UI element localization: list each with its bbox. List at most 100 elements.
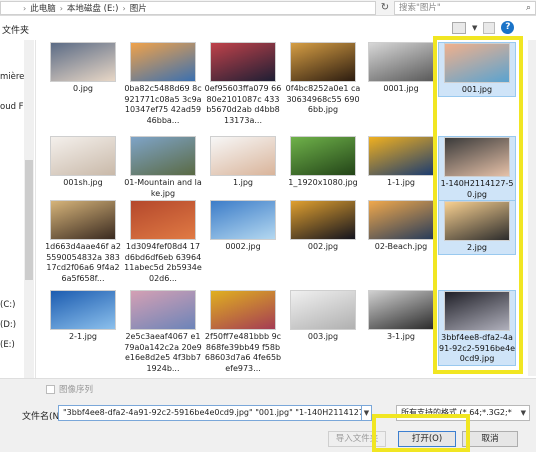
file-thumbnail (444, 291, 510, 331)
file-item[interactable]: 1d663d4aae46f a25590054832a 38317cd2f06a… (44, 200, 122, 284)
file-item[interactable]: 3bbf4ee8-dfa2-4a91-92c2-5916be4e0cd9.jpg (438, 290, 516, 366)
file-name: 003.jpg (307, 332, 339, 341)
file-item[interactable]: 1-140H2114127-50.jpg (438, 136, 516, 201)
open-button[interactable]: 打开(O) (398, 431, 456, 447)
file-thumbnail (210, 42, 276, 82)
file-item[interactable]: 002.jpg (284, 200, 362, 253)
nav-item-drive-d[interactable]: (D:) (0, 320, 16, 330)
file-thumbnail (290, 200, 356, 240)
breadcrumb-item-drive-e[interactable]: 本地磁盘 (E:) (67, 2, 119, 14)
file-name: 0002.jpg (225, 242, 261, 251)
file-name: 1-1.jpg (387, 178, 415, 187)
filetype-value: 所有支持的格式 (*.64;*.3G2;* (401, 408, 512, 417)
file-item[interactable]: 1d3094fef08d4 17d6bd6df6eb 6396411abec5d… (124, 200, 202, 284)
nav-item-premiere[interactable]: mière (0, 72, 24, 82)
file-name: 2e5c3aeaf4067 e179a0a142c2a 20e9e16e8d2e… (124, 332, 202, 373)
file-thumbnail (130, 42, 196, 82)
file-item[interactable]: 0.jpg (44, 42, 122, 95)
help-icon[interactable]: ? (501, 21, 515, 34)
preview-pane-icon[interactable] (483, 21, 496, 34)
file-thumbnail (444, 201, 510, 241)
file-item[interactable]: 2.jpg (438, 200, 516, 255)
file-name: 2f50ff7e481bbb 9c868fe39bb49 f58b68603d7… (204, 332, 282, 373)
file-name: 1.jpg (232, 178, 253, 187)
file-item[interactable]: 003.jpg (284, 290, 362, 343)
file-item[interactable]: 1.jpg (204, 136, 282, 189)
search-input[interactable]: 搜索"图片" ⌕ (394, 1, 536, 15)
file-thumbnail (210, 290, 276, 330)
file-thumbnail (210, 136, 276, 176)
file-name: 01-Mountain and lake.jpg (124, 178, 202, 198)
filetype-select[interactable]: 所有支持的格式 (*.64;*.3G2;* ▼ (396, 405, 530, 421)
search-placeholder: 搜索"图片" (399, 3, 441, 13)
breadcrumb[interactable]: › 此电脑 › 本地磁盘 (E:) › 图片 (0, 1, 376, 15)
file-item[interactable]: 001sh.jpg (44, 136, 122, 189)
file-thumbnail (368, 42, 434, 82)
breadcrumb-item-pc[interactable]: 此电脑 (30, 2, 56, 14)
file-item[interactable]: 001.jpg (438, 42, 516, 97)
nav-item-cloud[interactable]: oud F (0, 102, 24, 112)
file-item[interactable]: 0ba82c5488d69 8c921771c08a5 3c9a10347ef7… (124, 42, 202, 126)
file-name: 1-140H2114127-50.jpg (440, 179, 514, 199)
file-name: 001.jpg (461, 85, 493, 94)
file-thumbnail (50, 290, 116, 330)
file-item[interactable]: 0002.jpg (204, 200, 282, 253)
navigation-pane: mière oud F (C:) (D:) (E:) (0, 40, 36, 380)
chevron-down-icon[interactable]: ▼ (472, 24, 477, 32)
file-item[interactable]: 2-1.jpg (44, 290, 122, 343)
file-name: 001sh.jpg (63, 178, 103, 187)
file-thumbnail (130, 200, 196, 240)
file-item[interactable]: 1_1920x1080.jpg (284, 136, 362, 189)
file-thumbnail (50, 136, 116, 176)
toolbar: 文件夹 ▼ ? (0, 17, 536, 39)
file-name: 2-1.jpg (69, 332, 97, 341)
chevron-down-icon: ▼ (520, 409, 526, 417)
file-thumbnail (368, 290, 434, 330)
address-bar: › 此电脑 › 本地磁盘 (E:) › 图片 ↻ 搜索"图片" ⌕ (0, 0, 536, 16)
file-item[interactable]: 3-1.jpg (362, 290, 440, 343)
breadcrumb-item-pictures[interactable]: 图片 (130, 2, 147, 14)
filename-input[interactable]: "3bbf4ee8-dfa2-4a91-92c2-5916be4e0cd9.jp… (58, 405, 362, 421)
file-name: 0ba82c5488d69 8c921771c08a5 3c9a10347ef7… (124, 84, 202, 125)
file-item[interactable]: 02-Beach.jpg (362, 200, 440, 253)
file-name: 1d663d4aae46f a25590054832a 38317cd2f06a… (45, 242, 121, 283)
file-name: 0001.jpg (383, 84, 419, 93)
search-icon[interactable]: ⌕ (526, 2, 531, 14)
image-sequence-checkbox[interactable] (46, 384, 55, 394)
file-name: 1_1920x1080.jpg (288, 178, 358, 187)
file-grid: 0.jpg 0ba82c5488d69 8c921771c08a5 3c9a103… (44, 40, 528, 376)
bottom-panel: 图像序列 文件名(N): "3bbf4ee8-dfa2-4a91-92c2-59… (0, 378, 536, 452)
file-name: 0.jpg (72, 84, 93, 93)
filename-dropdown-icon[interactable]: ▼ (362, 405, 372, 421)
file-name: 02-Beach.jpg (374, 242, 428, 251)
file-name: 1d3094fef08d4 17d6bd6df6eb 6396411abec5d… (124, 242, 202, 283)
file-item[interactable]: 1-1.jpg (362, 136, 440, 189)
view-mode-icon[interactable] (452, 21, 466, 34)
file-item[interactable]: 2e5c3aeaf4067 e179a0a142c2a 20e9e16e8d2e… (124, 290, 202, 374)
file-thumbnail (130, 290, 196, 330)
new-folder-button[interactable]: 文件夹 (2, 23, 29, 36)
file-thumbnail (368, 200, 434, 240)
image-sequence-label: 图像序列 (59, 385, 94, 395)
import-folder-button[interactable]: 导入文件夹 (328, 431, 386, 447)
cancel-button[interactable]: 取消 (462, 431, 518, 447)
file-thumbnail (444, 43, 510, 83)
file-item[interactable]: 0ef95603ffa079 6680e2101087c 433b5670d2a… (204, 42, 282, 126)
file-item[interactable]: 0001.jpg (362, 42, 440, 95)
grid-scrollbar[interactable] (528, 40, 536, 376)
file-item[interactable]: 2f50ff7e481bbb 9c868fe39bb49 f58b68603d7… (204, 290, 282, 374)
file-name: 3-1.jpg (387, 332, 415, 341)
nav-item-drive-c[interactable]: (C:) (0, 300, 15, 310)
chevron-right-icon: › (23, 3, 27, 13)
image-sequence-option[interactable]: 图像序列 (46, 383, 93, 395)
nav-item-drive-e[interactable]: (E:) (0, 340, 15, 350)
file-name: 2.jpg (466, 243, 487, 252)
file-thumbnail (130, 136, 196, 176)
file-thumbnail (50, 200, 116, 240)
file-thumbnail (444, 137, 510, 177)
file-item[interactable]: 0f4bc8252a0e1 ca30634968c55 6906bb.jpg (284, 42, 362, 116)
chevron-right-icon: › (122, 3, 126, 13)
nav-scrollbar-thumb[interactable] (25, 160, 33, 280)
refresh-icon[interactable]: ↻ (378, 1, 392, 15)
file-item[interactable]: 01-Mountain and lake.jpg (124, 136, 202, 199)
